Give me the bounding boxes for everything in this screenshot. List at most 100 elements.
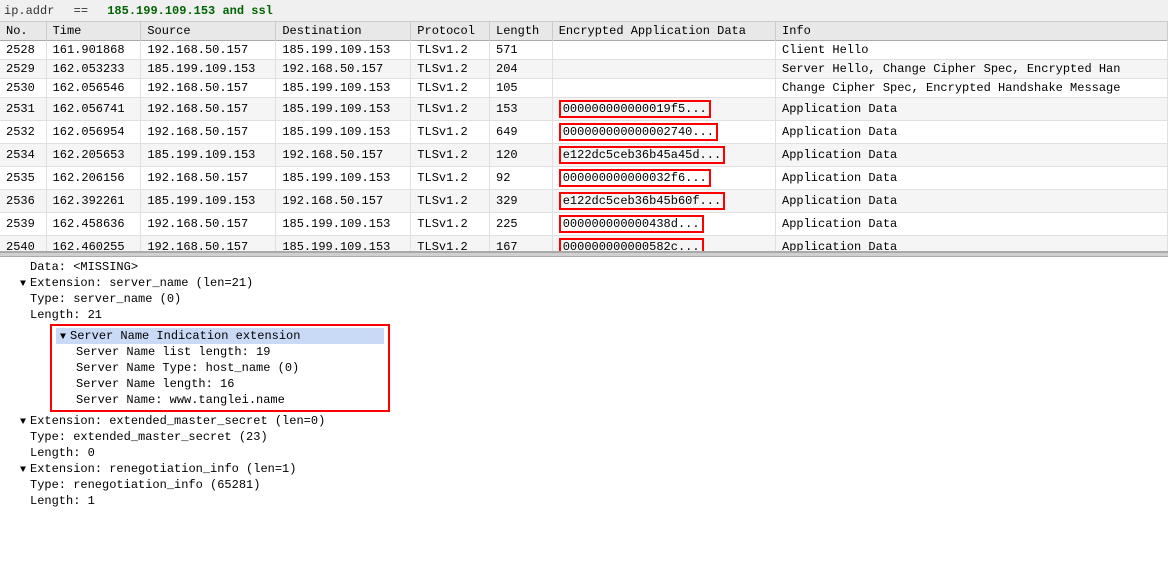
cell-no: 2534 (0, 144, 46, 167)
detail-type-renegotiation: Type: renegotiation_info (65281) (0, 477, 1168, 493)
cell-time: 162.056546 (46, 79, 141, 98)
cell-info: Application Data (776, 144, 1168, 167)
cell-destination: 192.168.50.157 (276, 144, 411, 167)
cell-encrypted (552, 79, 775, 98)
cell-source: 192.168.50.157 (141, 236, 276, 253)
cell-info: Server Hello, Change Cipher Spec, Encryp… (776, 60, 1168, 79)
cell-time: 162.460255 (46, 236, 141, 253)
cell-no: 2539 (0, 213, 46, 236)
cell-destination: 185.199.109.153 (276, 98, 411, 121)
table-row[interactable]: 2536162.392261185.199.109.153192.168.50.… (0, 190, 1168, 213)
table-row[interactable]: 2540162.460255192.168.50.157185.199.109.… (0, 236, 1168, 253)
cell-encrypted: 000000000000582c... (552, 236, 775, 253)
filter-separator (60, 4, 67, 18)
table-row[interactable]: 2539162.458636192.168.50.157185.199.109.… (0, 213, 1168, 236)
table-row[interactable]: 2529162.053233185.199.109.153192.168.50.… (0, 60, 1168, 79)
cell-encrypted: e122dc5ceb36b45b60f... (552, 190, 775, 213)
filter-eq: == (74, 4, 88, 18)
table-row[interactable]: 2534162.205653185.199.109.153192.168.50.… (0, 144, 1168, 167)
cell-no: 2535 (0, 167, 46, 190)
col-info: Info (776, 22, 1168, 41)
cell-protocol: TLSv1.2 (411, 41, 490, 60)
sni-header[interactable]: ▼Server Name Indication extension (56, 328, 384, 344)
table-row[interactable]: 2532162.056954192.168.50.157185.199.109.… (0, 121, 1168, 144)
cell-info: Application Data (776, 121, 1168, 144)
cell-length: 153 (490, 98, 553, 121)
cell-protocol: TLSv1.2 (411, 167, 490, 190)
cell-no: 2532 (0, 121, 46, 144)
sni-block: ▼Server Name Indication extension Server… (50, 324, 390, 412)
cell-time: 162.458636 (46, 213, 141, 236)
cell-length: 571 (490, 41, 553, 60)
cell-encrypted: 000000000000019f5... (552, 98, 775, 121)
cell-protocol: TLSv1.2 (411, 121, 490, 144)
packet-table-container: No. Time Source Destination Protocol Len… (0, 22, 1168, 252)
filter-spacer (94, 4, 101, 18)
cell-time: 162.392261 (46, 190, 141, 213)
cell-time: 162.205653 (46, 144, 141, 167)
detail-ext-master-secret[interactable]: ▼Extension: extended_master_secret (len=… (0, 413, 1168, 429)
cell-source: 192.168.50.157 (141, 121, 276, 144)
cell-info: Application Data (776, 167, 1168, 190)
packet-table: No. Time Source Destination Protocol Len… (0, 22, 1168, 252)
cell-encrypted: e122dc5ceb36b45a45d... (552, 144, 775, 167)
detail-ext-server-name[interactable]: ▼Extension: server_name (len=21) (0, 275, 1168, 291)
cell-protocol: TLSv1.2 (411, 144, 490, 167)
table-row[interactable]: 2531162.056741192.168.50.157185.199.109.… (0, 98, 1168, 121)
cell-time: 161.901868 (46, 41, 141, 60)
cell-encrypted: 000000000000002740... (552, 121, 775, 144)
cell-no: 2540 (0, 236, 46, 253)
detail-data-missing: Data: <MISSING> (0, 259, 1168, 275)
cell-encrypted (552, 41, 775, 60)
cell-destination: 185.199.109.153 (276, 167, 411, 190)
cell-info: Change Cipher Spec, Encrypted Handshake … (776, 79, 1168, 98)
filter-bar: ip.addr == 185.199.109.153 and ssl (0, 0, 1168, 22)
table-row[interactable]: 2535162.206156192.168.50.157185.199.109.… (0, 167, 1168, 190)
cell-protocol: TLSv1.2 (411, 190, 490, 213)
detail-length-0: Length: 0 (0, 445, 1168, 461)
cell-source: 192.168.50.157 (141, 213, 276, 236)
cell-no: 2531 (0, 98, 46, 121)
cell-protocol: TLSv1.2 (411, 213, 490, 236)
detail-pane: Data: <MISSING> ▼Extension: server_name … (0, 257, 1168, 511)
cell-length: 204 (490, 60, 553, 79)
cell-info: Application Data (776, 98, 1168, 121)
cell-length: 92 (490, 167, 553, 190)
cell-protocol: TLSv1.2 (411, 98, 490, 121)
table-header-row: No. Time Source Destination Protocol Len… (0, 22, 1168, 41)
cell-no: 2536 (0, 190, 46, 213)
filter-value: 185.199.109.153 and ssl (107, 4, 273, 18)
cell-encrypted: 000000000000438d... (552, 213, 775, 236)
detail-type-extended: Type: extended_master_secret (23) (0, 429, 1168, 445)
cell-time: 162.056954 (46, 121, 141, 144)
cell-no: 2529 (0, 60, 46, 79)
cell-no: 2528 (0, 41, 46, 60)
detail-type-server-name: Type: server_name (0) (0, 291, 1168, 307)
cell-time: 162.206156 (46, 167, 141, 190)
detail-ext-renegotiation[interactable]: ▼Extension: renegotiation_info (len=1) (0, 461, 1168, 477)
cell-destination: 185.199.109.153 (276, 213, 411, 236)
cell-length: 649 (490, 121, 553, 144)
cell-destination: 192.168.50.157 (276, 60, 411, 79)
cell-destination: 192.168.50.157 (276, 190, 411, 213)
col-destination: Destination (276, 22, 411, 41)
table-row[interactable]: 2530162.056546192.168.50.157185.199.109.… (0, 79, 1168, 98)
table-row[interactable]: 2528161.901868192.168.50.157185.199.109.… (0, 41, 1168, 60)
cell-length: 105 (490, 79, 553, 98)
cell-length: 167 (490, 236, 553, 253)
cell-length: 225 (490, 213, 553, 236)
sni-list-length: Server Name list length: 19 (56, 344, 384, 360)
cell-destination: 185.199.109.153 (276, 79, 411, 98)
sni-name-type: Server Name Type: host_name (0) (56, 360, 384, 376)
cell-length: 329 (490, 190, 553, 213)
col-time: Time (46, 22, 141, 41)
detail-length-1: Length: 1 (0, 493, 1168, 509)
cell-source: 192.168.50.157 (141, 41, 276, 60)
cell-time: 162.053233 (46, 60, 141, 79)
cell-info: Application Data (776, 190, 1168, 213)
cell-info: Client Hello (776, 41, 1168, 60)
sni-name-value: Server Name: www.tanglei.name (56, 392, 384, 408)
cell-protocol: TLSv1.2 (411, 236, 490, 253)
cell-encrypted: 000000000000032f6... (552, 167, 775, 190)
cell-info: Application Data (776, 213, 1168, 236)
